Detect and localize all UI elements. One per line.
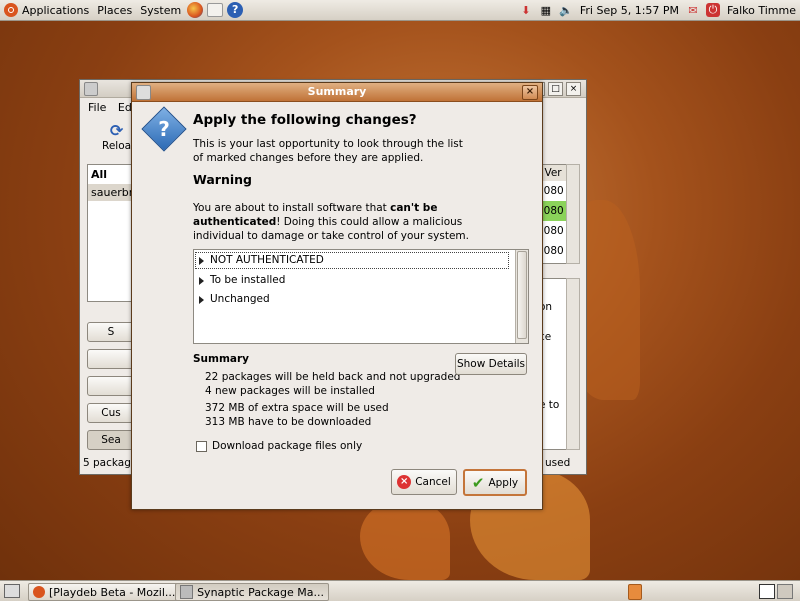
help-launcher-icon[interactable]: ?	[227, 2, 244, 18]
tree-row-not-authenticated[interactable]: NOT AUTHENTICATED	[194, 251, 510, 270]
synaptic-window-icon	[84, 82, 98, 96]
close-button[interactable]: ×	[566, 82, 581, 96]
cancel-button[interactable]: × Cancel	[391, 469, 457, 495]
wallpaper-flame	[360, 500, 450, 580]
applications-menu[interactable]: Applications	[0, 0, 93, 20]
dialog-heading: Apply the following changes?	[193, 112, 417, 128]
summary-download-size: 313 MB have to be downloaded	[205, 416, 372, 428]
taskbar-firefox[interactable]: [Playdeb Beta - Mozil...	[28, 583, 182, 601]
side-button-2[interactable]	[87, 349, 135, 369]
summary-extra-space: 372 MB of extra space will be used	[205, 402, 389, 414]
changes-tree[interactable]: NOT AUTHENTICATED To be installed Unchan…	[193, 249, 529, 344]
package-list-scrollbar[interactable]	[566, 164, 580, 264]
search-results-button[interactable]: Sea	[87, 430, 135, 450]
network-icon[interactable]: ▦	[539, 3, 553, 17]
filter-header: All	[91, 168, 108, 181]
description-scrollbar[interactable]	[566, 278, 580, 450]
file-menu[interactable]: File	[88, 101, 106, 114]
firefox-launcher-icon[interactable]	[187, 2, 204, 18]
trash-icon[interactable]	[628, 584, 642, 600]
bottom-panel: [Playdeb Beta - Mozil... Synaptic Packag…	[0, 580, 800, 601]
mail-notification-icon[interactable]: ✉	[686, 3, 700, 17]
show-desktop-icon[interactable]	[4, 584, 20, 598]
user-switcher[interactable]: Falko Timme	[723, 0, 800, 20]
filter-item[interactable]: sauerbra	[88, 184, 140, 201]
summary-dialog: Summary × ? Apply the following changes?…	[131, 82, 543, 510]
expander-arrow-icon[interactable]	[199, 296, 204, 304]
custom-filters-button[interactable]: Cus	[87, 403, 135, 423]
power-icon[interactable]: ⏻	[706, 3, 721, 17]
cancel-icon: ×	[397, 475, 412, 489]
summary-title: Summary	[193, 353, 250, 365]
dialog-titlebar: Summary ×	[132, 83, 542, 102]
download-only-label: Download package files only	[212, 440, 363, 452]
side-button-3[interactable]	[87, 376, 135, 396]
workspace-1[interactable]	[759, 584, 775, 599]
filter-list[interactable]: All sauerbra	[87, 164, 140, 302]
status-text: 5 package	[83, 457, 138, 469]
warning-title: Warning	[193, 172, 252, 187]
ubuntu-logo-icon	[4, 3, 18, 17]
checkmark-icon: ✔	[471, 473, 485, 492]
dialog-window-icon	[136, 85, 151, 100]
reload-icon: ⟳	[109, 121, 124, 140]
summary-held-back: 22 packages will be held back and not up…	[205, 371, 461, 383]
tree-scrollbar[interactable]	[515, 250, 528, 343]
tree-row-unchanged[interactable]: Unchanged	[194, 290, 510, 309]
dialog-title: Summary	[307, 85, 367, 98]
synaptic-icon	[180, 585, 194, 599]
volume-icon[interactable]: 🔈	[559, 3, 573, 17]
firefox-icon	[33, 586, 45, 598]
download-only-checkbox-row[interactable]: Download package files only	[196, 440, 362, 452]
mail-launcher-icon[interactable]	[207, 3, 224, 17]
tree-row-to-be-installed[interactable]: To be installed	[194, 271, 510, 290]
dialog-close-button[interactable]: ×	[522, 85, 538, 100]
side-button-1[interactable]: S	[87, 322, 135, 342]
warning-text: You are about to install software that c…	[193, 202, 469, 242]
intro-text: This is your last opportunity to look th…	[193, 138, 463, 164]
reload-button[interactable]: ⟳ Reloa	[102, 121, 131, 153]
show-details-button[interactable]: Show Details	[455, 353, 527, 375]
status-used: used	[545, 457, 571, 469]
expander-arrow-icon[interactable]	[199, 257, 204, 265]
maximize-button[interactable]: □	[548, 82, 563, 96]
places-menu[interactable]: Places	[93, 0, 136, 20]
taskbar-synaptic[interactable]: Synaptic Package Ma...	[175, 583, 329, 601]
summary-new-packages: 4 new packages will be installed	[205, 385, 375, 397]
top-panel: Applications Places System ? ⬇ ▦ 🔈 Fri S…	[0, 0, 800, 21]
tree-scrollbar-thumb[interactable]	[517, 251, 527, 339]
update-notifier-icon[interactable]: ⬇	[519, 3, 533, 17]
question-icon: ?	[158, 117, 170, 141]
clock[interactable]: Fri Sep 5, 1:57 PM	[576, 0, 683, 20]
system-menu[interactable]: System	[136, 0, 185, 20]
apply-button[interactable]: ✔ Apply	[463, 469, 527, 496]
synaptic-menubar: File Edi	[88, 101, 135, 114]
download-only-checkbox[interactable]	[196, 440, 207, 452]
expander-arrow-icon[interactable]	[199, 277, 204, 285]
workspace-2[interactable]	[777, 584, 793, 599]
